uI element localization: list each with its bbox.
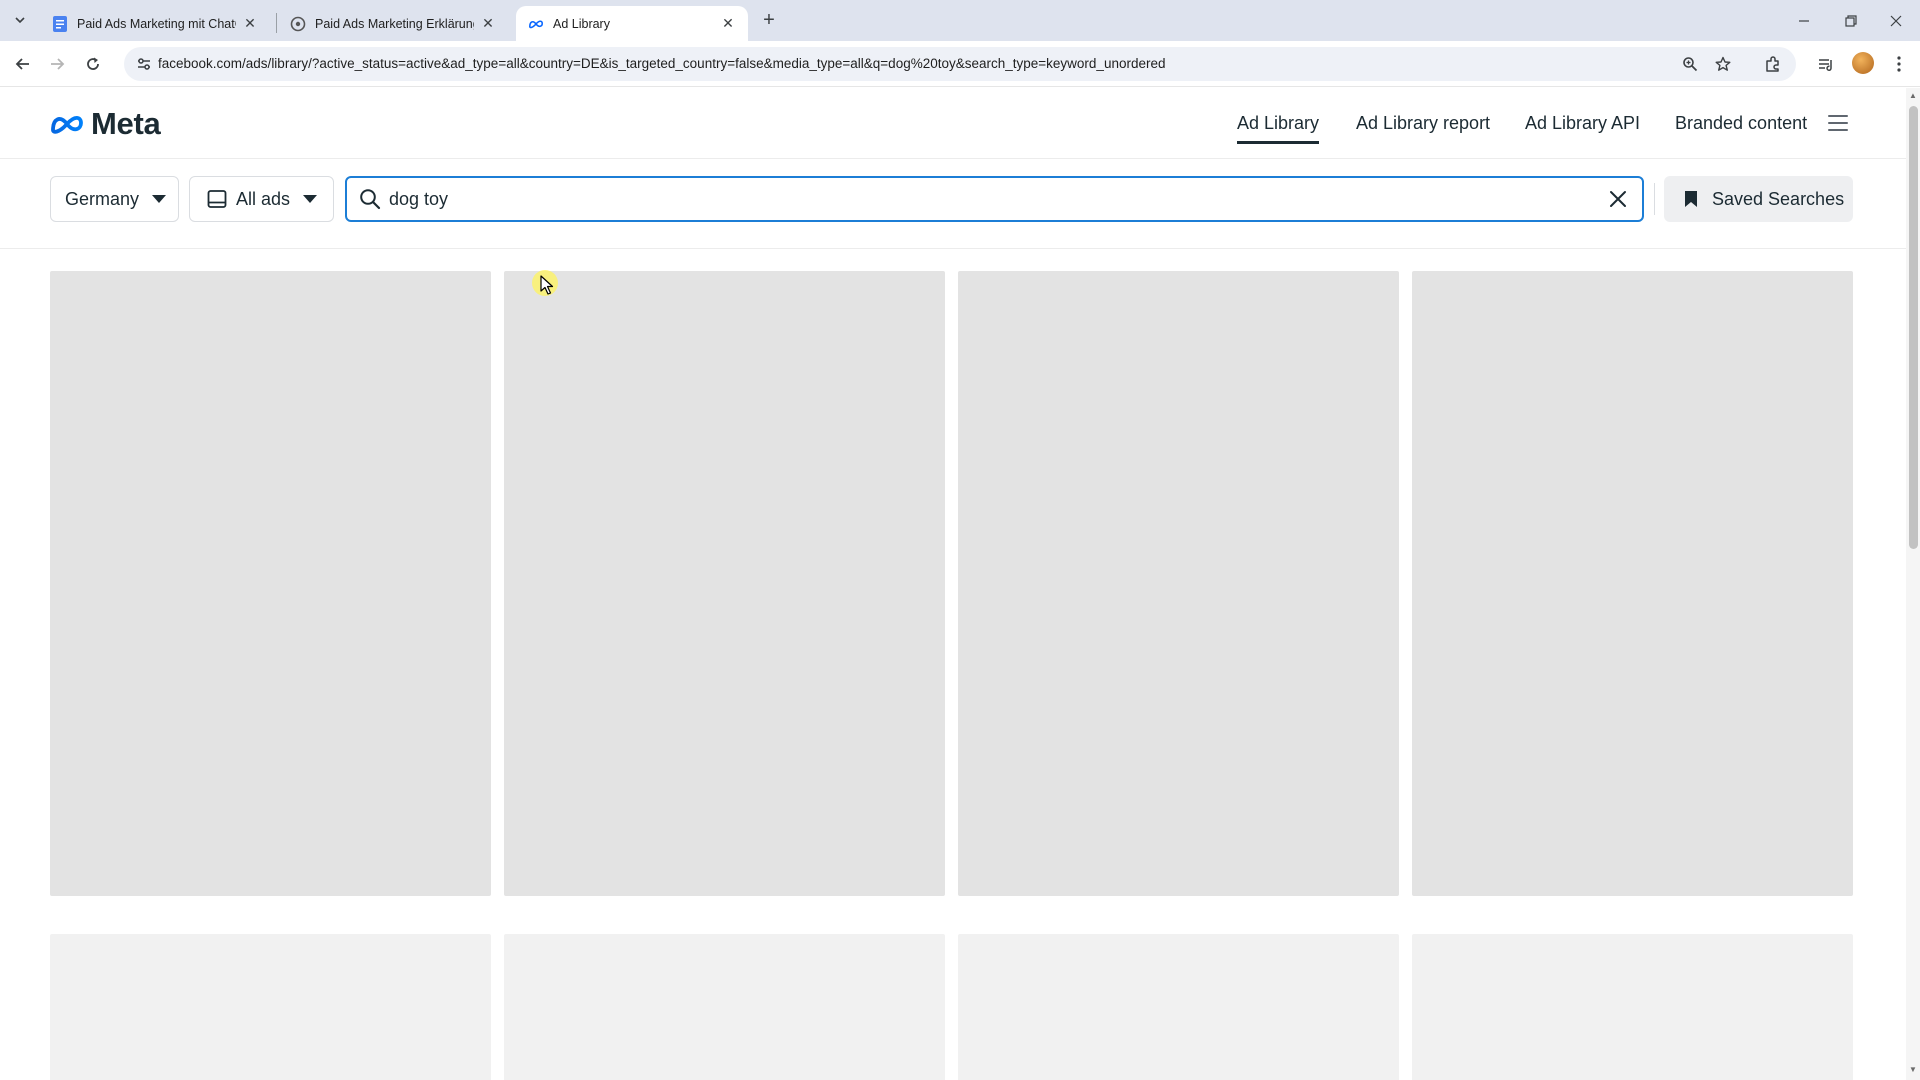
zoom-icon[interactable] xyxy=(1678,52,1702,76)
search-box[interactable] xyxy=(345,176,1644,222)
bookmark-icon xyxy=(1685,191,1697,207)
meta-infinity-icon xyxy=(51,115,83,134)
ad-library-page: Meta Ad Library Ad Library report Ad Lib… xyxy=(0,88,1906,1080)
browser-tab-2[interactable]: Paid Ads Marketing Erklärung ✕ xyxy=(278,6,508,41)
minimize-icon[interactable] xyxy=(1782,0,1826,41)
reload-icon[interactable] xyxy=(78,49,108,79)
media-controls-icon[interactable] xyxy=(1813,51,1839,77)
scroll-up-icon[interactable]: ▲ xyxy=(1909,92,1917,100)
meta-logo-icon xyxy=(528,16,544,32)
search-input[interactable] xyxy=(389,185,1569,213)
ad-card-placeholder xyxy=(50,934,491,1080)
page-scrollbar[interactable]: ▲ ▼ xyxy=(1906,88,1920,1080)
country-dropdown[interactable]: Germany xyxy=(50,176,179,222)
clear-search-icon[interactable] xyxy=(1608,189,1628,209)
browser-toolbar: facebook.com/ads/library/?active_status=… xyxy=(0,41,1920,87)
filter-bar: Germany All ads Saved Searches xyxy=(0,159,1906,249)
tab-title: Paid Ads Marketing Erklärung xyxy=(315,16,474,31)
nav-ad-library-report[interactable]: Ad Library report xyxy=(1356,113,1490,134)
close-tab-icon[interactable]: ✕ xyxy=(720,15,736,32)
filter-divider xyxy=(1654,183,1655,215)
logo-text: Meta xyxy=(91,106,161,141)
saved-searches-button[interactable]: Saved Searches xyxy=(1664,176,1853,222)
monitor-icon xyxy=(207,190,227,208)
url-text: facebook.com/ads/library/?active_status=… xyxy=(158,56,1166,71)
browser-tab-1[interactable]: Paid Ads Marketing mit ChatGPT ✕ xyxy=(40,6,270,41)
close-tab-icon[interactable]: ✕ xyxy=(480,15,496,32)
caret-down-icon xyxy=(303,195,318,203)
meta-logo[interactable]: Meta xyxy=(49,106,161,142)
ad-card-placeholder xyxy=(958,271,1399,896)
site-settings-icon[interactable] xyxy=(132,52,156,76)
openai-icon xyxy=(290,16,306,32)
caret-down-icon xyxy=(152,195,167,203)
tab-separator xyxy=(276,13,277,33)
browser-menu-icon[interactable] xyxy=(1886,51,1912,77)
top-navigation: Meta Ad Library Ad Library report Ad Lib… xyxy=(0,88,1906,159)
ad-card-placeholder xyxy=(1412,934,1853,1080)
close-window-icon[interactable] xyxy=(1874,0,1918,41)
ad-card-placeholder xyxy=(504,934,945,1080)
browser-tab-3[interactable]: Ad Library ✕ xyxy=(516,6,748,41)
extensions-icon[interactable] xyxy=(1760,51,1786,77)
new-tab-icon[interactable]: + xyxy=(758,8,780,32)
back-icon[interactable] xyxy=(8,49,38,79)
scrollbar-thumb[interactable] xyxy=(1909,106,1918,549)
nav-branded-content[interactable]: Branded content xyxy=(1675,113,1807,134)
ad-card-placeholder xyxy=(958,934,1399,1080)
address-bar[interactable]: facebook.com/ads/library/?active_status=… xyxy=(124,47,1796,81)
mouse-cursor xyxy=(532,270,558,296)
ad-card-placeholder xyxy=(50,271,491,896)
forward-icon[interactable] xyxy=(42,49,72,79)
bookmark-star-icon[interactable] xyxy=(1711,52,1735,76)
nav-ad-library[interactable]: Ad Library xyxy=(1237,113,1320,144)
docs-icon xyxy=(52,15,68,32)
ad-card-placeholder xyxy=(504,271,945,896)
browser-tabstrip: Paid Ads Marketing mit ChatGPT ✕ Paid Ad… xyxy=(0,0,1920,41)
profile-avatar[interactable] xyxy=(1852,52,1874,74)
ad-card-placeholder xyxy=(1412,271,1853,896)
ad-type-value: All ads xyxy=(236,188,291,209)
tab-search-icon[interactable] xyxy=(8,8,32,32)
country-value: Germany xyxy=(65,188,140,209)
saved-searches-label: Saved Searches xyxy=(1712,188,1845,209)
hamburger-menu-icon[interactable] xyxy=(1828,115,1848,133)
restore-icon[interactable] xyxy=(1829,0,1873,41)
ad-type-dropdown[interactable]: All ads xyxy=(189,176,334,222)
cursor-arrow-icon xyxy=(540,275,554,295)
tab-title: Ad Library xyxy=(553,16,610,31)
search-icon xyxy=(360,189,381,210)
close-tab-icon[interactable]: ✕ xyxy=(242,15,258,32)
tab-title: Paid Ads Marketing mit ChatGPT xyxy=(77,16,236,31)
nav-ad-library-api[interactable]: Ad Library API xyxy=(1525,113,1640,134)
scroll-down-icon[interactable]: ▼ xyxy=(1909,1066,1917,1074)
